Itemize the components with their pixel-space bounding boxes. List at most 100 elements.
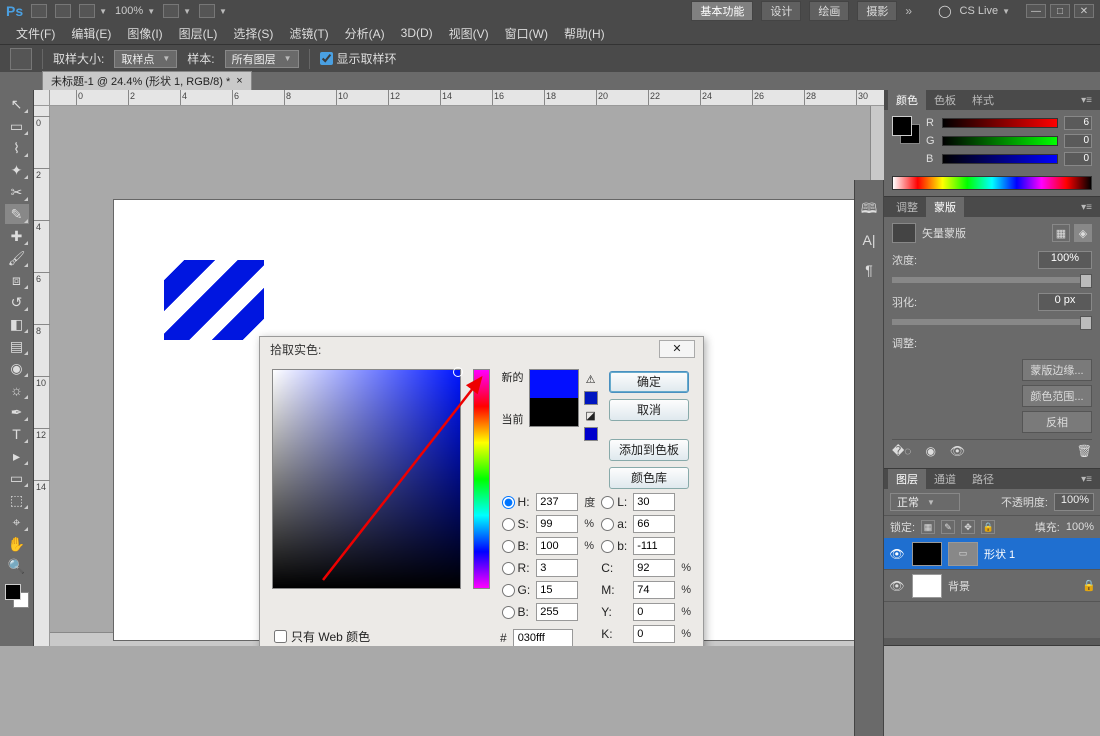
delete-mask-icon[interactable]: 🗑 — [1077, 444, 1092, 458]
density-slider[interactable] — [892, 277, 1092, 283]
lasso-tool[interactable]: ⌇ — [5, 138, 29, 158]
arrange-menu[interactable] — [163, 4, 191, 18]
move-tool[interactable]: ↖ — [5, 94, 29, 114]
crop-tool[interactable]: ✂ — [5, 182, 29, 202]
opacity-value[interactable]: 100% — [1054, 493, 1094, 511]
fill-value[interactable]: 100% — [1066, 521, 1094, 533]
brush-tool[interactable]: 🖌 — [5, 248, 29, 268]
tab-swatches[interactable]: 色板 — [926, 90, 964, 110]
pen-tool[interactable]: ✒ — [5, 402, 29, 422]
r-radio[interactable]: R: — [502, 561, 531, 575]
vector-mask-thumbnail[interactable]: ▭ — [948, 542, 978, 566]
menu-layer[interactable]: 图层(L) — [173, 23, 224, 44]
color-range-button[interactable]: 颜色范围... — [1022, 385, 1092, 407]
menu-window[interactable]: 窗口(W) — [499, 23, 554, 44]
vector-mask-icon[interactable]: ◈ — [1074, 224, 1092, 242]
layer-name[interactable]: 形状 1 — [984, 546, 1096, 562]
mask-thumbnail[interactable] — [892, 223, 916, 243]
a-radio[interactable]: a: — [601, 517, 627, 531]
sample-size-select[interactable]: 取样点 — [114, 50, 177, 68]
r-input[interactable] — [536, 559, 578, 577]
tab-close-icon[interactable]: × — [236, 75, 242, 87]
k-input[interactable] — [633, 625, 675, 643]
lock-all-icon[interactable]: 🔒 — [981, 520, 995, 534]
bv-radio[interactable]: B: — [502, 539, 531, 553]
y-input[interactable] — [633, 603, 675, 621]
marquee-tool[interactable]: ▭ — [5, 116, 29, 136]
history-brush-tool[interactable]: ↺ — [5, 292, 29, 312]
tab-layers[interactable]: 图层 — [888, 469, 926, 489]
bc-input[interactable] — [536, 603, 578, 621]
shape-tool[interactable]: ▭ — [5, 468, 29, 488]
density-value[interactable]: 100% — [1038, 251, 1092, 269]
websafe-warning-icon[interactable]: ◪ — [584, 409, 598, 423]
b-slider[interactable] — [942, 154, 1058, 164]
gamut-warning-icon[interactable]: ⚠ — [584, 373, 598, 387]
ok-button[interactable]: 确定 — [609, 371, 689, 393]
menu-image[interactable]: 图像(I) — [121, 23, 168, 44]
dialog-close-button[interactable]: ✕ — [659, 340, 695, 358]
websafe-swatch[interactable] — [584, 427, 598, 441]
panel-menu-icon[interactable]: ▾≡ — [1077, 202, 1096, 213]
3d-tool[interactable]: ⬚ — [5, 490, 29, 510]
tab-color[interactable]: 颜色 — [888, 90, 926, 110]
hex-input[interactable] — [513, 629, 573, 646]
g-slider[interactable] — [942, 136, 1058, 146]
visibility-icon[interactable]: 👁 — [888, 579, 906, 593]
visibility-icon[interactable]: 👁 — [888, 547, 906, 561]
workspace-painting[interactable]: 绘画 — [809, 1, 849, 21]
horizontal-ruler[interactable]: 024681012141618202224262830 — [50, 90, 884, 106]
g-input[interactable] — [536, 581, 578, 599]
tab-channels[interactable]: 通道 — [926, 469, 964, 489]
tab-adjustments[interactable]: 调整 — [888, 197, 926, 217]
layer-name[interactable]: 背景 — [948, 578, 1076, 594]
vertical-ruler[interactable]: 02468101214 — [34, 106, 50, 646]
tab-styles[interactable]: 样式 — [964, 90, 1002, 110]
g-value[interactable]: 0 — [1064, 134, 1092, 148]
tab-masks[interactable]: 蒙版 — [926, 197, 964, 217]
add-swatch-button[interactable]: 添加到色板 — [609, 439, 689, 461]
layer-thumbnail[interactable] — [912, 574, 942, 598]
gamut-swatch[interactable] — [584, 391, 598, 405]
document-tab[interactable]: 未标题-1 @ 24.4% (形状 1, RGB/8) * × — [42, 71, 252, 91]
h-input[interactable] — [536, 493, 578, 511]
stamp-tool[interactable]: ⧈ — [5, 270, 29, 290]
a-input[interactable] — [633, 515, 675, 533]
lock-transparent-icon[interactable]: ▦ — [921, 520, 935, 534]
panel-menu-icon[interactable]: ▾≡ — [1077, 474, 1096, 485]
type-tool[interactable]: T — [5, 424, 29, 444]
window-minimize[interactable]: — — [1026, 4, 1046, 18]
c-input[interactable] — [633, 559, 675, 577]
3d-camera-tool[interactable]: ⌖ — [5, 512, 29, 532]
eraser-tool[interactable]: ◧ — [5, 314, 29, 334]
hue-slider[interactable] — [473, 369, 489, 589]
minibridge-icon[interactable] — [55, 4, 71, 18]
pixel-mask-icon[interactable]: ▦ — [1052, 224, 1070, 242]
load-selection-icon[interactable]: �◌ — [892, 444, 911, 458]
color-field[interactable] — [272, 369, 461, 589]
layer-thumbnail[interactable] — [912, 542, 942, 566]
r-value[interactable]: 6 — [1064, 116, 1092, 130]
tab-paths[interactable]: 路径 — [964, 469, 1002, 489]
cslive-icon[interactable]: ◯ — [938, 4, 951, 18]
workspace-design[interactable]: 设计 — [761, 1, 801, 21]
invert-button[interactable]: 反相 — [1022, 411, 1092, 433]
bv-input[interactable] — [536, 537, 578, 555]
show-sample-ring-checkbox[interactable]: 显示取样环 — [320, 50, 397, 67]
mask-edge-button[interactable]: 蒙版边缘... — [1022, 359, 1092, 381]
menu-analysis[interactable]: 分析(A) — [339, 23, 391, 44]
sample-select[interactable]: 所有图层 — [225, 50, 299, 68]
h-radio[interactable]: H: — [502, 495, 531, 509]
screenmode-menu[interactable] — [79, 4, 107, 18]
workspace-photography[interactable]: 摄影 — [857, 1, 897, 21]
blend-mode-select[interactable]: 正常 — [890, 493, 960, 511]
toggle-mask-icon[interactable]: 👁 — [950, 444, 965, 458]
menu-3d[interactable]: 3D(D) — [395, 24, 439, 42]
s-radio[interactable]: S: — [502, 517, 531, 531]
menu-edit[interactable]: 编辑(E) — [65, 23, 117, 44]
healing-tool[interactable]: ✚ — [5, 226, 29, 246]
window-close[interactable]: ✕ — [1074, 4, 1094, 18]
layer-row[interactable]: 👁 背景 🔒 — [884, 570, 1100, 602]
lock-image-icon[interactable]: ✎ — [941, 520, 955, 534]
dodge-tool[interactable]: ☼ — [5, 380, 29, 400]
